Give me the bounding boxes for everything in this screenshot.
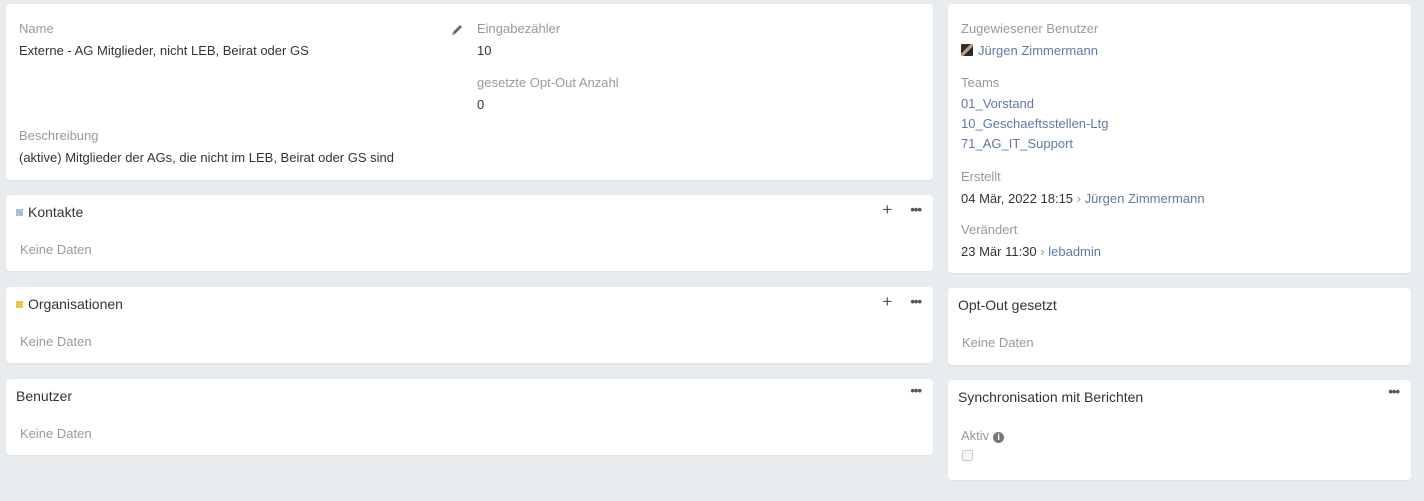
users-empty-text: Keine Daten bbox=[20, 426, 92, 441]
team-link[interactable]: 10_Geschaeftsstellen-Ltg bbox=[961, 114, 1108, 134]
add-organisation-button[interactable]: + bbox=[882, 293, 892, 310]
created-label: Erstellt bbox=[961, 169, 1001, 184]
aktiv-checkbox[interactable] bbox=[962, 450, 973, 461]
teams-field: Teams 01_Vorstand 10_Geschaeftsstellen-L… bbox=[961, 74, 1108, 154]
modified-value: 23 Mär 11:30 › lebadmin bbox=[961, 243, 1101, 260]
users-title: Benutzer bbox=[16, 388, 73, 404]
optout-count-label: gesetzte Opt-Out Anzahl bbox=[477, 75, 619, 90]
created-separator: › bbox=[1076, 191, 1081, 206]
created-value: 04 Mär, 2022 18:15 › Jürgen Zimmermann bbox=[961, 190, 1205, 207]
assigned-user-label: Zugewiesener Benutzer bbox=[961, 21, 1099, 36]
description-label: Beschreibung bbox=[19, 128, 99, 143]
entry-count-field: Eingabezähler 10 bbox=[477, 20, 560, 59]
teams-list: 01_Vorstand 10_Geschaeftsstellen-Ltg 71_… bbox=[961, 94, 1108, 154]
created-field: Erstellt 04 Mär, 2022 18:15 › Jürgen Zim… bbox=[961, 168, 1205, 207]
description-field: Beschreibung (aktive) Mitglieder der AGs… bbox=[19, 127, 394, 166]
organisations-color-icon bbox=[16, 300, 23, 308]
modified-date: 23 Mär 11:30 bbox=[961, 244, 1037, 259]
entry-count-value: 10 bbox=[477, 43, 492, 58]
contacts-panel: Kontakte + ••• Keine Daten bbox=[6, 195, 933, 271]
aktiv-field: Aktiv i bbox=[961, 427, 1005, 444]
sync-header: Synchronisation mit Berichten bbox=[958, 388, 1401, 406]
aktiv-label: Aktiv bbox=[961, 428, 990, 443]
contacts-actions: + ••• bbox=[882, 201, 922, 218]
team-link[interactable]: 71_AG_IT_Support bbox=[961, 134, 1108, 154]
contacts-title: Kontakte bbox=[28, 204, 84, 220]
optout-title: Opt-Out gesetzt bbox=[958, 297, 1057, 313]
modified-field: Verändert 23 Mär 11:30 › lebadmin bbox=[961, 221, 1101, 260]
optout-panel: Opt-Out gesetzt Keine Daten bbox=[948, 288, 1411, 365]
organisations-title: Organisationen bbox=[28, 296, 123, 312]
teams-label: Teams bbox=[961, 75, 1000, 90]
assigned-user-link[interactable]: Jürgen Zimmermann bbox=[978, 43, 1098, 58]
contacts-empty-text: Keine Daten bbox=[20, 242, 92, 257]
name-label: Name bbox=[19, 21, 54, 36]
organisations-empty-text: Keine Daten bbox=[20, 334, 92, 349]
users-more-icon[interactable]: ••• bbox=[910, 384, 922, 397]
optout-count-field: gesetzte Opt-Out Anzahl 0 bbox=[477, 74, 619, 113]
optout-header: Opt-Out gesetzt bbox=[958, 296, 1401, 314]
name-value: Externe - AG Mitglieder, nicht LEB, Beir… bbox=[19, 43, 309, 58]
modified-label: Verändert bbox=[961, 222, 1018, 237]
sync-title: Synchronisation mit Berichten bbox=[958, 389, 1144, 405]
avatar bbox=[961, 44, 973, 56]
assigned-user-field: Zugewiesener Benutzer Jürgen Zimmermann bbox=[961, 20, 1098, 59]
organisations-actions: + ••• bbox=[882, 293, 922, 310]
team-link[interactable]: 01_Vorstand bbox=[961, 94, 1108, 114]
sync-more-icon[interactable]: ••• bbox=[1388, 385, 1400, 398]
sync-actions: ••• bbox=[1388, 385, 1400, 398]
entry-count-label: Eingabezähler bbox=[477, 21, 561, 36]
record-detail-panel: Name Externe - AG Mitglieder, nicht LEB,… bbox=[6, 4, 933, 180]
contacts-header: Kontakte bbox=[16, 203, 923, 221]
contacts-color-icon bbox=[16, 208, 23, 216]
users-header: Benutzer bbox=[16, 387, 923, 405]
sync-panel: Synchronisation mit Berichten ••• Aktiv i bbox=[948, 380, 1411, 480]
record-detail-page: Name Externe - AG Mitglieder, nicht LEB,… bbox=[0, 0, 1424, 501]
side-info-panel: Zugewiesener Benutzer Jürgen Zimmermann … bbox=[948, 4, 1411, 273]
optout-empty-text: Keine Daten bbox=[962, 335, 1034, 350]
info-icon[interactable]: i bbox=[993, 432, 1005, 443]
created-by-link[interactable]: Jürgen Zimmermann bbox=[1085, 191, 1205, 206]
pencil-icon[interactable] bbox=[450, 23, 464, 37]
add-contact-button[interactable]: + bbox=[882, 201, 892, 218]
name-field: Name Externe - AG Mitglieder, nicht LEB,… bbox=[19, 20, 309, 59]
description-value: (aktive) Mitglieder der AGs, die nicht i… bbox=[19, 150, 394, 165]
organisations-more-icon[interactable]: ••• bbox=[910, 295, 922, 308]
organisations-panel: Organisationen + ••• Keine Daten bbox=[6, 287, 933, 363]
assigned-user-value: Jürgen Zimmermann bbox=[961, 42, 1098, 59]
modified-by-link[interactable]: lebadmin bbox=[1048, 244, 1101, 259]
users-panel: Benutzer ••• Keine Daten bbox=[6, 379, 933, 455]
users-actions: ••• bbox=[910, 384, 922, 397]
organisations-header: Organisationen bbox=[16, 295, 923, 313]
created-date: 04 Mär, 2022 18:15 bbox=[961, 191, 1074, 206]
modified-separator: › bbox=[1040, 244, 1045, 259]
contacts-more-icon[interactable]: ••• bbox=[910, 203, 922, 216]
optout-count-value: 0 bbox=[477, 97, 485, 112]
